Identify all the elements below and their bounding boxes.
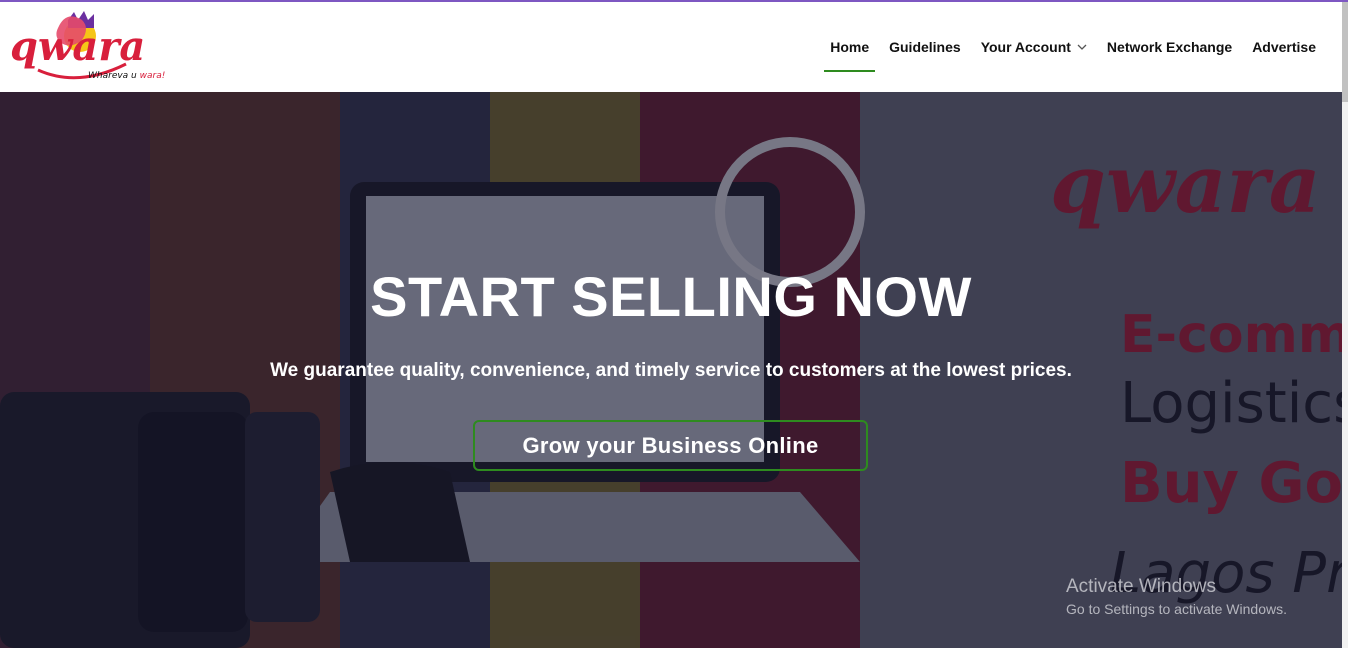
nav-item-your-account-label: Your Account [980,39,1071,55]
nav-item-network-exchange[interactable]: Network Exchange [1097,2,1242,92]
windows-activation-subtitle: Go to Settings to activate Windows. [1066,601,1287,617]
navbar: qwara Whareva u wara! Home Guidelines Yo… [0,2,1342,92]
nav-item-home-label: Home [830,39,870,55]
nav-item-home[interactable]: Home [820,2,879,92]
logo-graphic: qwara Whareva u wara! [10,11,165,81]
page-scrollbar-thumb[interactable] [1342,2,1348,102]
main-nav: Home Guidelines Your Account Network Exc… [820,2,1326,92]
hero-banner: qwara E-comme Logistics Buy Good Lagos P… [0,92,1342,648]
nav-item-guidelines[interactable]: Guidelines [879,2,971,92]
logo-tagline-highlight: wara! [140,71,166,81]
nav-item-network-exchange-label: Network Exchange [1106,39,1233,55]
nav-item-advertise-label: Advertise [1252,39,1316,55]
hero-subtitle: We guarantee quality, convenience, and t… [270,360,1072,381]
nav-item-advertise[interactable]: Advertise [1242,2,1326,92]
grow-business-button[interactable]: Grow your Business Online [473,420,868,471]
logo-tagline-prefix: Whareva u [88,71,140,81]
site-logo[interactable]: qwara Whareva u wara! [8,6,178,90]
nav-item-guidelines-label: Guidelines [889,39,961,55]
chevron-down-icon [1077,44,1087,50]
svg-text:Whareva u wara!: Whareva u wara! [88,71,165,81]
nav-item-your-account[interactable]: Your Account [971,2,1097,92]
windows-activation-title: Activate Windows [1066,576,1216,597]
hero-title: START SELLING NOW [370,265,972,328]
